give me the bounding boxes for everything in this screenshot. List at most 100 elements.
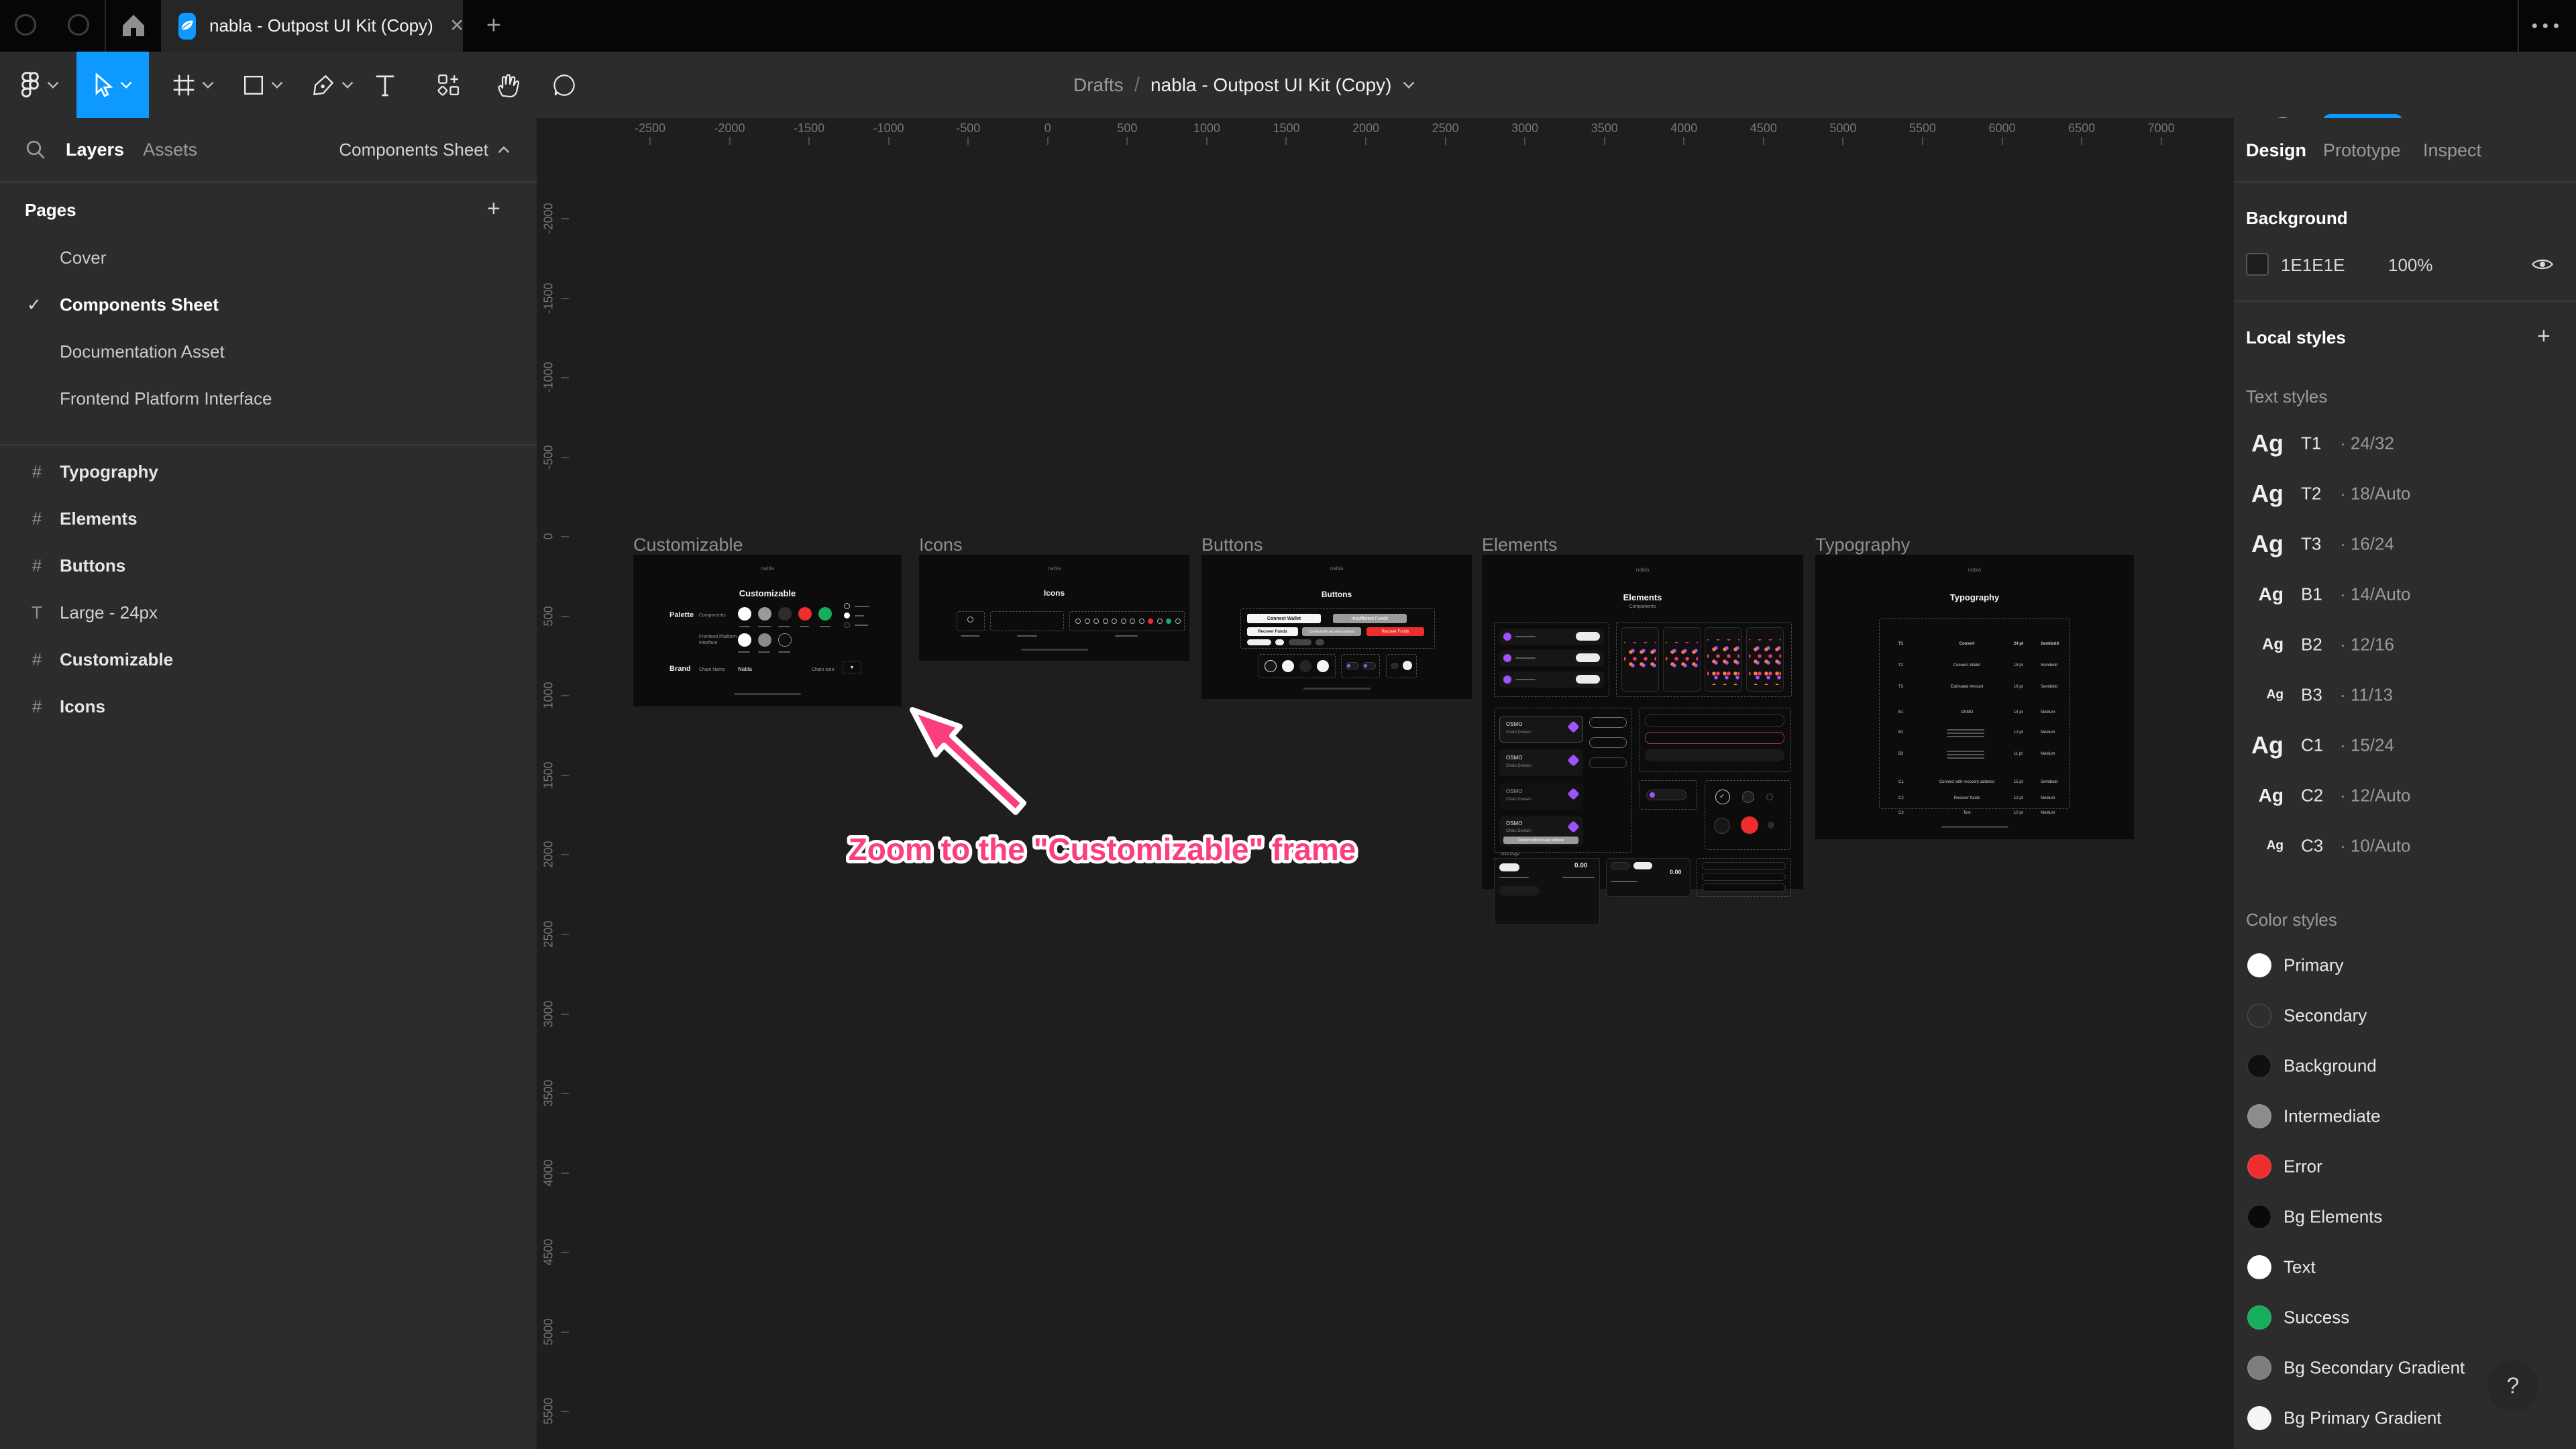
nav-forward-icon[interactable] xyxy=(68,14,89,36)
hand-tool-button[interactable] xyxy=(484,52,531,118)
frame-label-icons[interactable]: Icons xyxy=(919,535,963,555)
pen-tool-button[interactable] xyxy=(301,52,365,118)
help-button[interactable]: ? xyxy=(2487,1360,2538,1411)
frame-title: Buttons xyxy=(1201,590,1472,599)
annotation-text: Zoom to the "Customizable" frame xyxy=(849,832,1356,867)
icon-glyph xyxy=(1112,619,1117,624)
ruler-tick xyxy=(1842,137,1843,145)
background-hex-value[interactable]: 1E1E1E xyxy=(2281,255,2345,276)
page-row-components-sheet[interactable]: ✓Components Sheet xyxy=(0,286,537,323)
new-tab-button[interactable]: + xyxy=(474,0,514,52)
icon-glyph xyxy=(1166,619,1171,624)
small-pill-button xyxy=(1275,639,1284,645)
frame-label-customizable[interactable]: Customizable xyxy=(633,535,743,555)
topbar-divider xyxy=(105,0,106,52)
ruler-label: 4000 xyxy=(1670,121,1697,136)
breadcrumb-location[interactable]: Drafts xyxy=(1073,74,1124,96)
typo-sample: Estimated Amount xyxy=(1927,685,2007,690)
text-style-row-b3[interactable]: AgB3· 11/13 xyxy=(2234,670,2576,720)
palette-label: Palette xyxy=(669,611,694,619)
color-style-row-primary[interactable]: Primary xyxy=(2234,941,2576,990)
shape-tool-button[interactable] xyxy=(231,52,295,118)
tab-close-icon[interactable]: ✕ xyxy=(449,15,465,36)
resources-tool-button[interactable] xyxy=(427,52,471,118)
file-tab[interactable]: nabla - Outpost UI Kit (Copy) ✕ xyxy=(161,0,463,52)
typo-size: 11 pt xyxy=(2014,752,2023,756)
ruler-tick xyxy=(1604,137,1605,145)
frame-watermark: nabla xyxy=(919,566,1189,572)
layer-row-customizable[interactable]: #Customizable xyxy=(0,641,537,678)
add-style-button[interactable]: + xyxy=(2537,323,2551,350)
visibility-eye-icon[interactable] xyxy=(2532,254,2553,274)
text-style-name: C3 xyxy=(2301,836,2323,857)
comment-tool-button[interactable] xyxy=(541,52,588,118)
ruler-label: 2000 xyxy=(1352,121,1379,136)
frame-buttons[interactable]: nabla Buttons Connect Wallet Insufficien… xyxy=(1201,555,1472,699)
color-style-row-text[interactable]: Text xyxy=(2234,1242,2576,1292)
frame-typography[interactable]: nabla Typography T1Convert24 ptSemiboldT… xyxy=(1815,555,2134,839)
background-color-swatch[interactable] xyxy=(2246,253,2269,276)
frame-label-buttons[interactable]: Buttons xyxy=(1201,535,1263,555)
tab-design[interactable]: Design xyxy=(2246,140,2306,161)
page-row-cover[interactable]: Cover xyxy=(0,239,537,276)
tab-assets[interactable]: Assets xyxy=(143,140,197,160)
text-style-row-t2[interactable]: AgT2· 18/Auto xyxy=(2234,469,2576,519)
layer-row-elements[interactable]: #Elements xyxy=(0,500,537,537)
main-menu-button[interactable] xyxy=(9,52,70,118)
frame-label-elements[interactable]: Elements xyxy=(1482,535,1558,555)
ruler-label: -2000 xyxy=(714,121,745,136)
frame-elements[interactable]: nabla Elements Components OSMO Chain Dom… xyxy=(1482,555,1803,889)
icon-glyph xyxy=(1085,619,1090,624)
tab-prototype[interactable]: Prototype xyxy=(2323,140,2401,161)
text-style-row-b2[interactable]: AgB2· 12/16 xyxy=(2234,620,2576,669)
page-selector[interactable]: Components Sheet xyxy=(339,118,510,181)
page-row-documentation-asset[interactable]: Documentation Asset xyxy=(0,333,537,370)
left-sidebar-header: Layers Assets Components Sheet xyxy=(0,118,537,181)
layer-row-icons[interactable]: #Icons xyxy=(0,688,537,725)
frame-label-typography[interactable]: Typography xyxy=(1815,535,1910,555)
text-tool-button[interactable] xyxy=(366,52,404,118)
color-styles-title: Color styles xyxy=(2246,910,2337,930)
color-style-row-background[interactable]: Background xyxy=(2234,1041,2576,1091)
add-page-button[interactable]: + xyxy=(487,196,500,222)
typo-name: C1 xyxy=(1898,780,1904,784)
color-style-row-bg-elements[interactable]: Bg Elements xyxy=(2234,1192,2576,1242)
frame-tool-button[interactable] xyxy=(161,52,225,118)
color-style-row-success[interactable]: Success xyxy=(2234,1293,2576,1342)
color-style-row-secondary[interactable]: Secondary xyxy=(2234,991,2576,1040)
color-style-row-error[interactable]: Error xyxy=(2234,1142,2576,1191)
text-style-row-c3[interactable]: AgC3· 10/Auto xyxy=(2234,821,2576,871)
typo-size: 18 pt xyxy=(2014,663,2023,667)
text-style-row-t1[interactable]: AgT1· 24/32 xyxy=(2234,419,2576,468)
chevron-down-icon[interactable] xyxy=(1403,81,1415,89)
nav-back-icon[interactable] xyxy=(15,14,36,36)
overflow-menu-icon[interactable]: ••• xyxy=(2532,0,2564,52)
page-row-frontend-platform-interface[interactable]: Frontend Platform Interface xyxy=(0,380,537,417)
tab-layers[interactable]: Layers xyxy=(66,140,124,160)
breadcrumb-file-title[interactable]: nabla - Outpost UI Kit (Copy) xyxy=(1150,74,1391,96)
layer-row-buttons[interactable]: #Buttons xyxy=(0,547,537,584)
text-style-row-c1[interactable]: AgC1· 15/24 xyxy=(2234,720,2576,770)
typo-line xyxy=(1947,736,1984,737)
home-icon[interactable] xyxy=(120,12,147,39)
rectangle-icon xyxy=(243,74,264,96)
layer-row-large-24px[interactable]: TLarge - 24px xyxy=(0,594,537,631)
text-style-row-t3[interactable]: AgT3· 16/24 xyxy=(2234,519,2576,569)
text-style-row-c2[interactable]: AgC2· 12/Auto xyxy=(2234,771,2576,820)
typo-weight: Semibold xyxy=(2041,663,2057,667)
resources-icon xyxy=(437,73,461,97)
color-style-row-intermediate[interactable]: Intermediate xyxy=(2234,1091,2576,1141)
frame-icons[interactable]: nabla Icons xyxy=(919,555,1189,661)
layer-row-typography[interactable]: #Typography xyxy=(0,453,537,490)
typo-sample: Recover funds xyxy=(1927,796,2007,801)
tab-inspect[interactable]: Inspect xyxy=(2423,140,2481,161)
background-opacity-value[interactable]: 100% xyxy=(2388,255,2433,276)
brand-label: Brand xyxy=(669,665,691,673)
text-style-row-b1[interactable]: AgB1· 14/Auto xyxy=(2234,570,2576,619)
ruler-label: 3500 xyxy=(542,1067,556,1120)
annotation-arrow xyxy=(912,710,1024,812)
typography-table: T1Convert24 ptSemiboldT2Connect Wallet18… xyxy=(1879,619,2070,809)
move-tool-button[interactable] xyxy=(76,52,149,118)
search-icon[interactable] xyxy=(24,138,47,161)
page-label: Documentation Asset xyxy=(60,341,225,362)
